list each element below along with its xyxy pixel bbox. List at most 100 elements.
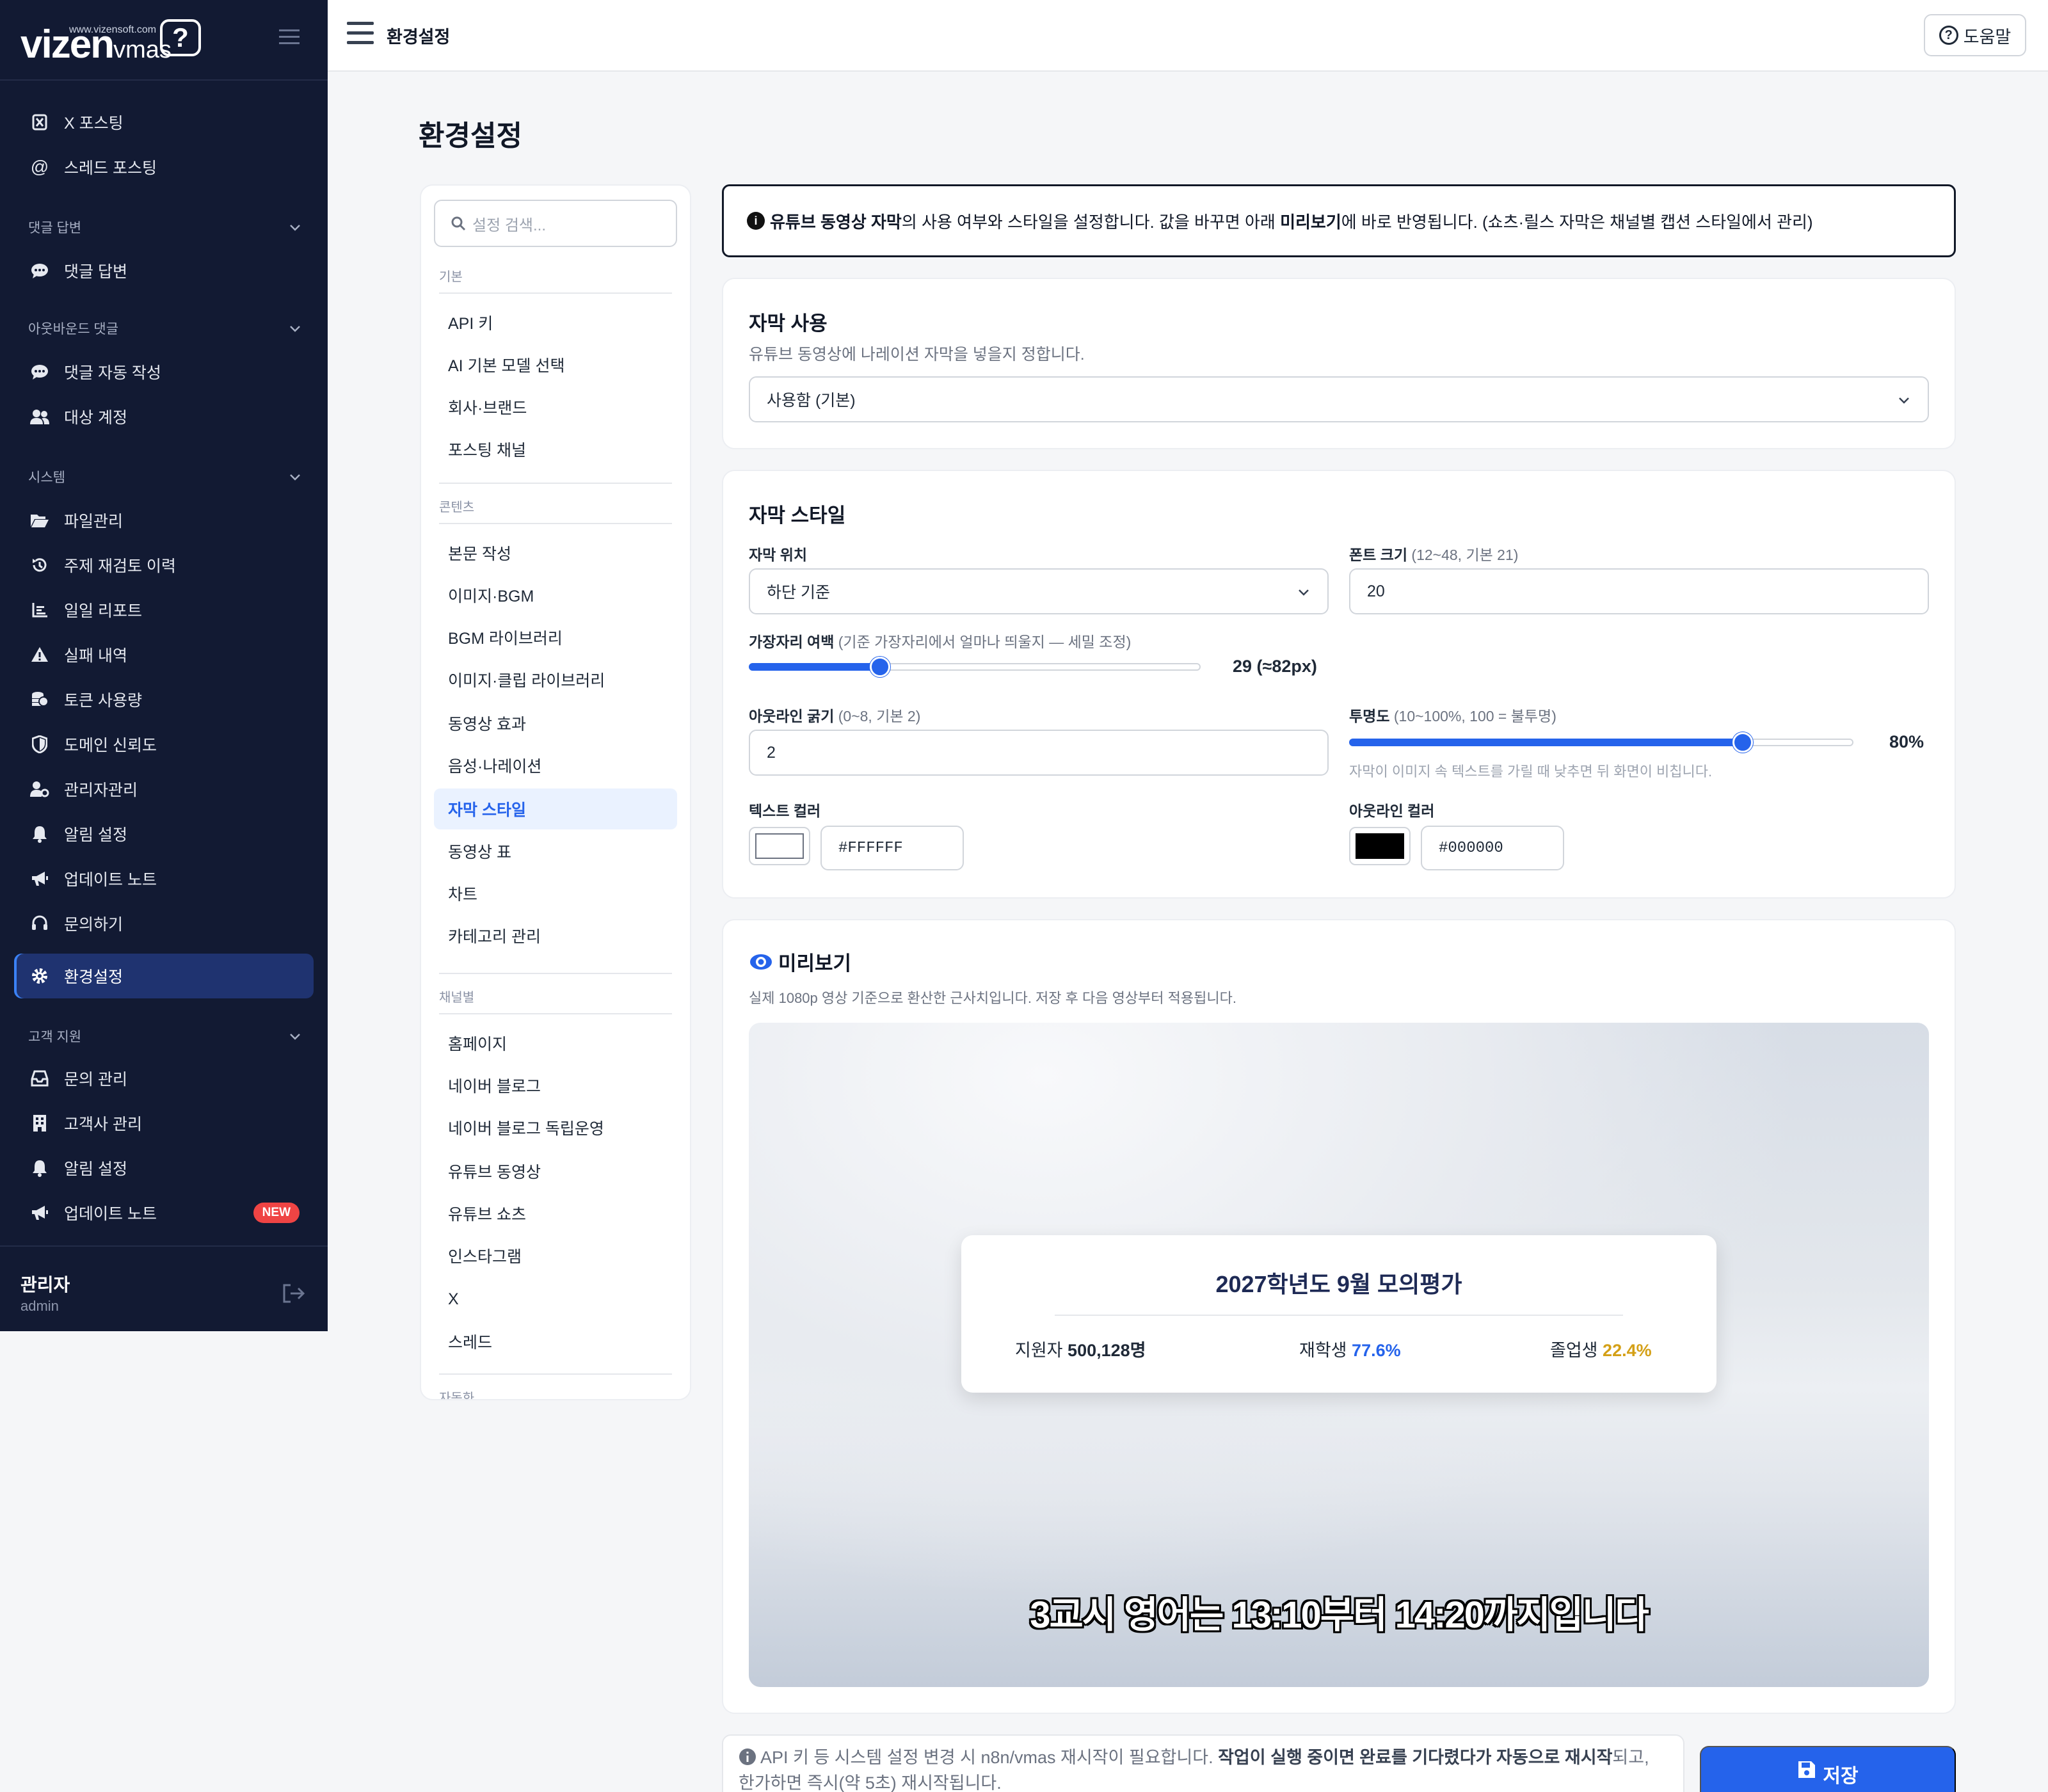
nav-item-image-clip-library[interactable]: 이미지·클립 라이브러리 bbox=[434, 659, 677, 700]
sidebar-item-token-usage[interactable]: 토큰 사용량 bbox=[14, 677, 314, 722]
preview-card-title: 2027학년도 9월 모의평가 bbox=[1215, 1271, 1462, 1297]
sidebar-item-update-notes[interactable]: 업데이트 노트 bbox=[14, 856, 314, 901]
preview-title-text: 미리보기 bbox=[778, 952, 852, 975]
sidebar-item-comment-auto[interactable]: 댓글 자동 작성 bbox=[14, 349, 314, 394]
folder-open-icon bbox=[26, 506, 54, 534]
settings-search-input[interactable]: 설정 검색... bbox=[434, 200, 677, 247]
nav-item-x[interactable]: X bbox=[434, 1279, 677, 1320]
sidebar-item-threads-posting[interactable]: @ 스레드 포스팅 bbox=[14, 145, 314, 189]
preview-title: 미리보기 bbox=[749, 947, 851, 976]
comment-icon bbox=[26, 358, 54, 386]
font-size-input[interactable]: 20 bbox=[1349, 568, 1929, 614]
sidebar-item-label: 일일 리포트 bbox=[64, 602, 142, 620]
sidebar-item-domain-trust[interactable]: 도메인 신뢰도 bbox=[14, 722, 314, 767]
nav-item-youtube-video[interactable]: 유튜브 동영상 bbox=[434, 1151, 677, 1192]
sidebar-item-inquiry-management[interactable]: 문의 관리 bbox=[14, 1056, 314, 1101]
sidebar-item-file-management[interactable]: 파일관리 bbox=[14, 498, 314, 543]
nav-item-chart[interactable]: 차트 bbox=[434, 873, 677, 914]
sidebar-item-comment-reply[interactable]: 댓글 답변 bbox=[14, 248, 314, 293]
text-color-chip bbox=[755, 833, 804, 859]
sidebar-item-admin-management[interactable]: 관리자관리 bbox=[14, 767, 314, 812]
sidebar-item-topic-review-history[interactable]: 주제 재검토 이력 bbox=[14, 543, 314, 588]
save-button[interactable]: 저장 bbox=[1700, 1746, 1956, 1792]
sidebar-item-update-notes-2[interactable]: 업데이트 노트 NEW bbox=[14, 1190, 314, 1235]
sidebar-collapse-icon[interactable] bbox=[279, 28, 300, 46]
outline-color-input[interactable]: #000000 bbox=[1421, 826, 1564, 870]
nav-item-naver-blog[interactable]: 네이버 블로그 bbox=[434, 1065, 677, 1106]
menu-toggle-icon[interactable] bbox=[347, 20, 375, 46]
settings-nav: 설정 검색... 기본 API 키 AI 기본 모델 선택 회사·브랜드 포스팅… bbox=[420, 184, 691, 1400]
subtitle-position-select[interactable]: 하단 기준 bbox=[749, 568, 1329, 614]
slider-fill bbox=[749, 663, 880, 671]
subtitle-use-select[interactable]: 사용함 (기본) bbox=[749, 376, 1929, 422]
slider-fill bbox=[1349, 739, 1743, 746]
opacity-slider[interactable] bbox=[1349, 732, 1853, 753]
opacity-label-text: 투명도 bbox=[1349, 708, 1390, 724]
subtitle-style-card: 자막 스타일 자막 위치 하단 기준 폰트 크기 (12~48, 기본 21) … bbox=[722, 470, 1956, 899]
margin-slider[interactable] bbox=[749, 657, 1201, 677]
save-label: 저장 bbox=[1823, 1766, 1859, 1787]
user-name: 관리자 bbox=[20, 1275, 70, 1295]
font-size-hint: (12~48, 기본 21) bbox=[1411, 547, 1519, 563]
comment-icon bbox=[26, 257, 54, 285]
outline-color-swatch[interactable] bbox=[1349, 827, 1411, 865]
sidebar-item-x-posting[interactable]: X 포스팅 bbox=[14, 100, 314, 145]
help-button[interactable]: ? 도움말 bbox=[1924, 14, 2026, 56]
sidebar-section-system[interactable]: 시스템 bbox=[28, 461, 303, 493]
slider-thumb[interactable] bbox=[1732, 732, 1753, 753]
text-color-input[interactable]: #FFFFFF bbox=[820, 826, 964, 870]
text-color-label-text: 텍스트 컬러 bbox=[749, 803, 821, 819]
nav-item-subtitle-style[interactable]: 자막 스타일 bbox=[434, 788, 677, 829]
sidebar-section-comment-reply[interactable]: 댓글 답변 bbox=[28, 211, 303, 243]
sidebar-item-label: 알림 설정 bbox=[64, 826, 127, 844]
sidebar-item-label: 댓글 답변 bbox=[64, 263, 127, 281]
nav-item-video-table[interactable]: 동영상 표 bbox=[434, 831, 677, 872]
nav-group-automation: 자동화 bbox=[439, 1373, 672, 1399]
nav-item-image-bgm[interactable]: 이미지·BGM bbox=[434, 575, 677, 616]
sidebar-item-notification-settings-2[interactable]: 알림 설정 bbox=[14, 1146, 314, 1190]
stat-graduates-label: 졸업생 bbox=[1550, 1341, 1598, 1360]
nav-item-posting-channel[interactable]: 포스팅 채널 bbox=[434, 429, 677, 470]
nav-item-video-effects[interactable]: 동영상 효과 bbox=[434, 703, 677, 744]
restart-notice: API 키 등 시스템 설정 변경 시 n8n/vmas 재시작이 필요합니다.… bbox=[722, 1734, 1684, 1792]
text-color-label: 텍스트 컬러 bbox=[749, 799, 820, 820]
topbar-title: 환경설정 bbox=[387, 28, 451, 47]
outline-color-label-text: 아웃라인 컬러 bbox=[1349, 803, 1435, 819]
megaphone-icon bbox=[26, 1199, 54, 1227]
outline-width-input[interactable]: 2 bbox=[749, 730, 1329, 776]
new-badge: NEW bbox=[253, 1203, 300, 1223]
sidebar-item-notification-settings[interactable]: 알림 설정 bbox=[14, 812, 314, 856]
logout-icon[interactable] bbox=[282, 1283, 306, 1304]
nav-item-api-key[interactable]: API 키 bbox=[434, 302, 677, 343]
slider-thumb[interactable] bbox=[870, 657, 890, 677]
sidebar-item-settings[interactable]: 환경설정 bbox=[14, 954, 314, 998]
opacity-value: 80% bbox=[1889, 732, 1924, 751]
nav-item-company-brand[interactable]: 회사·브랜드 bbox=[434, 387, 677, 428]
sidebar-item-failure-log[interactable]: 실패 내역 bbox=[14, 632, 314, 677]
nav-item-ai-model[interactable]: AI 기본 모델 선택 bbox=[434, 344, 677, 385]
history-icon bbox=[26, 551, 54, 579]
nav-item-threads[interactable]: 스레드 bbox=[434, 1321, 677, 1362]
nav-item-category-management[interactable]: 카테고리 관리 bbox=[434, 915, 677, 956]
sidebar-item-contact[interactable]: 문의하기 bbox=[14, 901, 314, 946]
nav-item-body-writing[interactable]: 본문 작성 bbox=[434, 532, 677, 573]
text-color-value: #FFFFFF bbox=[838, 839, 903, 857]
notice-post: 에 바로 반영됩니다. (쇼츠·릴스 자막은 채널별 캡션 스타일에서 관리) bbox=[1341, 212, 1813, 232]
sidebar-item-client-management[interactable]: 고객사 관리 bbox=[14, 1101, 314, 1146]
sidebar-item-label: 문의하기 bbox=[64, 916, 124, 934]
preview-card-divider bbox=[1055, 1315, 1623, 1316]
sidebar-item-daily-report[interactable]: 일일 리포트 bbox=[14, 588, 314, 632]
sidebar-item-label: 스레드 포스팅 bbox=[64, 159, 157, 177]
nav-item-voice-narration[interactable]: 음성·나레이션 bbox=[434, 745, 677, 786]
sidebar-section-customer-support[interactable]: 고객 지원 bbox=[28, 1020, 303, 1052]
text-color-swatch[interactable] bbox=[749, 827, 810, 865]
nav-item-bgm-library[interactable]: BGM 라이브러리 bbox=[434, 617, 677, 658]
sidebar-item-label: 토큰 사용량 bbox=[64, 692, 142, 710]
nav-item-youtube-shorts[interactable]: 유튜브 쇼츠 bbox=[434, 1193, 677, 1234]
nav-item-instagram[interactable]: 인스타그램 bbox=[434, 1235, 677, 1276]
sidebar-item-target-accounts[interactable]: 대상 계정 bbox=[14, 394, 314, 439]
notice-mid: 의 사용 여부와 스타일을 설정합니다. 값을 바꾸면 아래 bbox=[901, 212, 1281, 232]
nav-item-homepage[interactable]: 홈페이지 bbox=[434, 1023, 677, 1064]
nav-item-naver-blog-independent[interactable]: 네이버 블로그 독립운영 bbox=[434, 1107, 677, 1148]
sidebar-section-outbound-comment[interactable]: 아웃바운드 댓글 bbox=[28, 312, 303, 344]
